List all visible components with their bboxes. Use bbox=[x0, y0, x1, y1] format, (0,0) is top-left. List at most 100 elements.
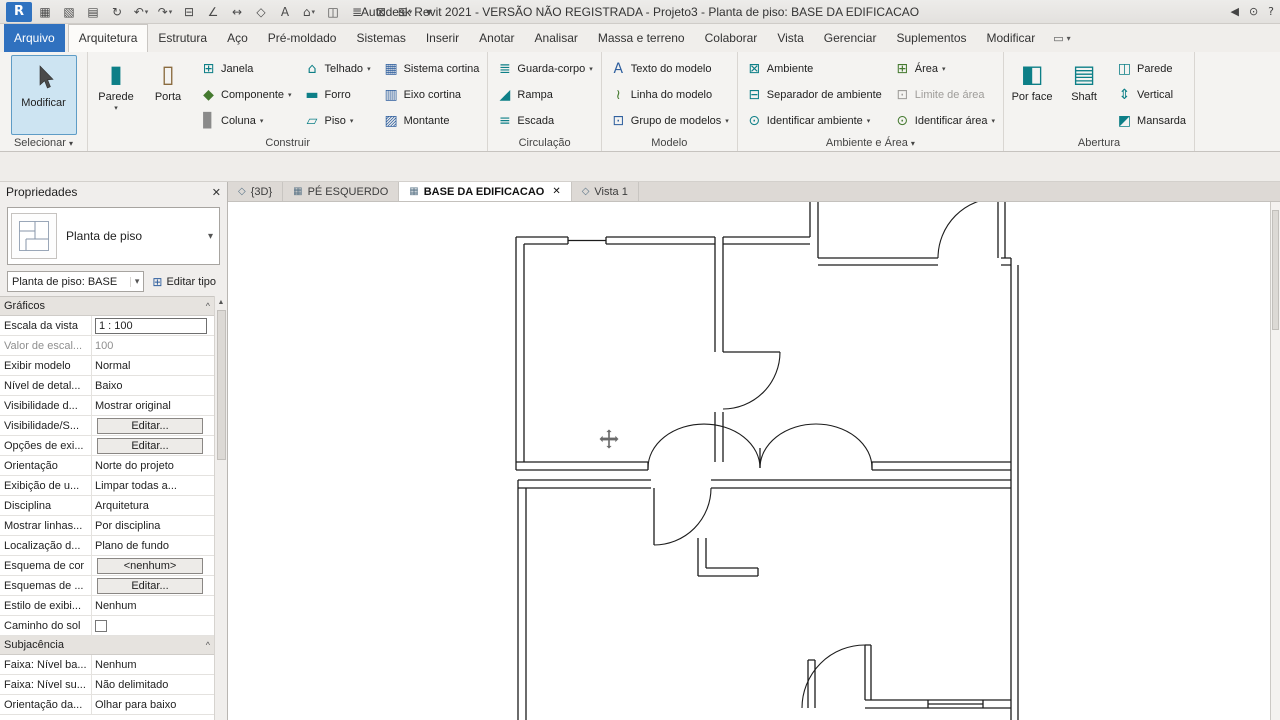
property-value[interactable]: Editar... bbox=[92, 436, 214, 455]
ceiling-button[interactable]: ▬ Forro bbox=[299, 82, 376, 108]
aligned-dimension-icon-button[interactable]: ↔ bbox=[226, 2, 248, 22]
tab-vista[interactable]: Vista bbox=[767, 25, 813, 52]
tab-estrutura[interactable]: Estrutura bbox=[148, 25, 217, 52]
tab-inserir[interactable]: Inserir bbox=[416, 25, 469, 52]
room-separator-button[interactable]: ⊟ Separador de ambiente bbox=[741, 82, 887, 108]
property-value[interactable]: Nenhum bbox=[92, 655, 214, 674]
view-tab-p-esquerdo[interactable]: ▦ PÉ ESQUERDO bbox=[283, 182, 400, 201]
text-icon-button[interactable]: A bbox=[274, 2, 296, 22]
properties-scrollbar[interactable]: ▲ bbox=[214, 296, 227, 720]
property-value[interactable]: Nenhum bbox=[92, 596, 214, 615]
redo-icon-button[interactable]: ↷ ▾ bbox=[154, 2, 176, 22]
sync-icon-button[interactable]: ↻ bbox=[106, 2, 128, 22]
tag-area-button[interactable]: ⊙ Identificar área ▾ bbox=[889, 108, 1000, 134]
curtain-grid-button[interactable]: ▥ Eixo cortina bbox=[378, 82, 485, 108]
property-value[interactable]: Mostrar original bbox=[92, 396, 214, 415]
tag-icon-button[interactable]: ◇ bbox=[250, 2, 272, 22]
property-value[interactable] bbox=[92, 616, 214, 635]
undo-icon-button[interactable]: ↶ ▾ bbox=[130, 2, 152, 22]
scrollbar-thumb[interactable] bbox=[216, 310, 226, 460]
tab-anotar[interactable]: Anotar bbox=[469, 25, 524, 52]
type-selector[interactable]: Planta de piso ▾ bbox=[7, 207, 220, 265]
tab-a-o[interactable]: Aço bbox=[217, 25, 258, 52]
customize-qat-icon-button[interactable]: ▾ bbox=[418, 2, 440, 22]
close-hidden-windows-icon-button[interactable]: ⊠ bbox=[370, 2, 392, 22]
view-tab-3d[interactable]: ◇ {3D} bbox=[228, 182, 284, 201]
property-value[interactable]: Arquitetura bbox=[92, 496, 214, 515]
wall-button[interactable]: ▮ Parede ▾ bbox=[91, 54, 141, 112]
railing-button[interactable]: ≣ Guarda-corpo ▾ bbox=[491, 56, 597, 82]
property-value[interactable]: Baixo bbox=[92, 376, 214, 395]
default-3d-view-icon-button[interactable]: ⌂ ▾ bbox=[298, 2, 320, 22]
model-group-button[interactable]: ⊡ Grupo de modelos ▾ bbox=[605, 108, 734, 134]
property-input[interactable]: 1 : 100 bbox=[95, 317, 207, 334]
model-line-button[interactable]: ≀ Linha do modelo bbox=[605, 82, 734, 108]
panel-label-abertura[interactable]: Abertura bbox=[1004, 136, 1194, 151]
tab-analisar[interactable]: Analisar bbox=[525, 25, 588, 52]
wall-opening-button[interactable]: ◫ Parede bbox=[1111, 56, 1191, 82]
window-button[interactable]: ⊞ Janela bbox=[195, 56, 297, 82]
new-file-icon-button[interactable]: ▦ bbox=[34, 2, 56, 22]
instance-selector[interactable]: Planta de piso: BASE ▾ bbox=[7, 271, 145, 292]
property-edit-button[interactable]: <nenhum> bbox=[97, 557, 203, 574]
column-button[interactable]: ▊ Coluna ▾ bbox=[195, 108, 297, 134]
property-value[interactable]: Editar... bbox=[92, 416, 214, 435]
property-value[interactable]: Plano de fundo bbox=[92, 536, 214, 555]
property-value[interactable]: Editar... bbox=[92, 576, 214, 595]
shaft-button[interactable]: ▤ Shaft bbox=[1059, 54, 1109, 103]
roof-button[interactable]: ⌂ Telhado ▾ bbox=[299, 56, 376, 82]
canvas-vertical-scrollbar[interactable] bbox=[1270, 202, 1280, 720]
property-value[interactable]: <nenhum> bbox=[92, 556, 214, 575]
ramp-button[interactable]: ◢ Rampa bbox=[491, 82, 597, 108]
tab-modificar[interactable]: Modificar bbox=[977, 25, 1046, 52]
curtain-system-button[interactable]: ▦ Sistema cortina bbox=[378, 56, 485, 82]
modify-panel-icon[interactable]: ▭ bbox=[1053, 32, 1063, 45]
section-icon-button[interactable]: ◫ bbox=[322, 2, 344, 22]
floor-button[interactable]: ▱ Piso ▾ bbox=[299, 108, 376, 134]
section-header-gr-ficos[interactable]: Gráficos ^ bbox=[0, 297, 214, 316]
tab-arquitetura[interactable]: Arquitetura bbox=[67, 24, 149, 52]
area-button[interactable]: ⊞ Área ▾ bbox=[889, 56, 1000, 82]
by-face-button[interactable]: ◧ Por face bbox=[1007, 54, 1057, 103]
scroll-up-icon[interactable]: ▲ bbox=[218, 296, 225, 309]
type-selector-caret-icon[interactable]: ▾ bbox=[208, 231, 216, 242]
revit-logo-button[interactable]: R bbox=[6, 1, 32, 22]
close-view-icon[interactable]: ✕ bbox=[552, 186, 560, 197]
door-button[interactable]: ▯ Porta bbox=[143, 54, 193, 103]
drawing-canvas[interactable] bbox=[228, 202, 1280, 720]
print-icon-button[interactable]: ⊟ bbox=[178, 2, 200, 22]
help-icon[interactable]: ? bbox=[1268, 5, 1274, 18]
property-value[interactable]: 1 : 100 bbox=[92, 316, 214, 335]
property-value[interactable]: Norte do projeto bbox=[92, 456, 214, 475]
dormer-button[interactable]: ◩ Mansarda bbox=[1111, 108, 1191, 134]
property-edit-button[interactable]: Editar... bbox=[97, 437, 203, 454]
ribbon-cycle-caret-icon[interactable]: ▾ bbox=[1067, 34, 1071, 43]
panel-label-modelo[interactable]: Modelo bbox=[602, 136, 737, 151]
property-value[interactable]: Olhar para baixo bbox=[92, 695, 214, 714]
open-icon-button[interactable]: ▧ bbox=[58, 2, 80, 22]
switch-windows-icon-button[interactable]: ⊞ ▾ bbox=[394, 2, 416, 22]
save-icon-button[interactable]: ▤ bbox=[82, 2, 104, 22]
property-value[interactable]: Normal bbox=[92, 356, 214, 375]
section-header-subjac-ncia[interactable]: Subjacência ^ bbox=[0, 636, 214, 655]
tag-room-button[interactable]: ⊙ Identificar ambiente ▾ bbox=[741, 108, 887, 134]
edit-type-button[interactable]: ⊞ Editar tipo bbox=[148, 271, 220, 292]
property-value[interactable]: Limpar todas a... bbox=[92, 476, 214, 495]
tab-gerenciar[interactable]: Gerenciar bbox=[814, 25, 887, 52]
search-icon[interactable]: ⊙ bbox=[1249, 5, 1258, 18]
measure-icon-button[interactable]: ∠ bbox=[202, 2, 224, 22]
property-edit-button[interactable]: Editar... bbox=[97, 577, 203, 594]
property-checkbox[interactable] bbox=[95, 619, 107, 632]
vertical-opening-button[interactable]: ⇕ Vertical bbox=[1111, 82, 1191, 108]
panel-label-ambiente-area[interactable]: Ambiente e Área ▾ bbox=[738, 136, 1003, 151]
model-text-button[interactable]: A Texto do modelo bbox=[605, 56, 734, 82]
tab-suplementos[interactable]: Suplementos bbox=[886, 25, 976, 52]
tab-sistemas[interactable]: Sistemas bbox=[346, 25, 415, 52]
canvas-scrollbar-thumb[interactable] bbox=[1272, 210, 1279, 330]
collapse-icon[interactable]: ◀ bbox=[1230, 5, 1238, 18]
property-value[interactable]: Não delimitado bbox=[92, 675, 214, 694]
tab-pr-moldado[interactable]: Pré-moldado bbox=[258, 25, 347, 52]
component-button[interactable]: ◆ Componente ▾ bbox=[195, 82, 297, 108]
view-tab-base-da-edificacao[interactable]: ▦ BASE DA EDIFICACAO ✕ bbox=[399, 182, 572, 201]
stair-button[interactable]: ≡ Escada bbox=[491, 108, 597, 134]
